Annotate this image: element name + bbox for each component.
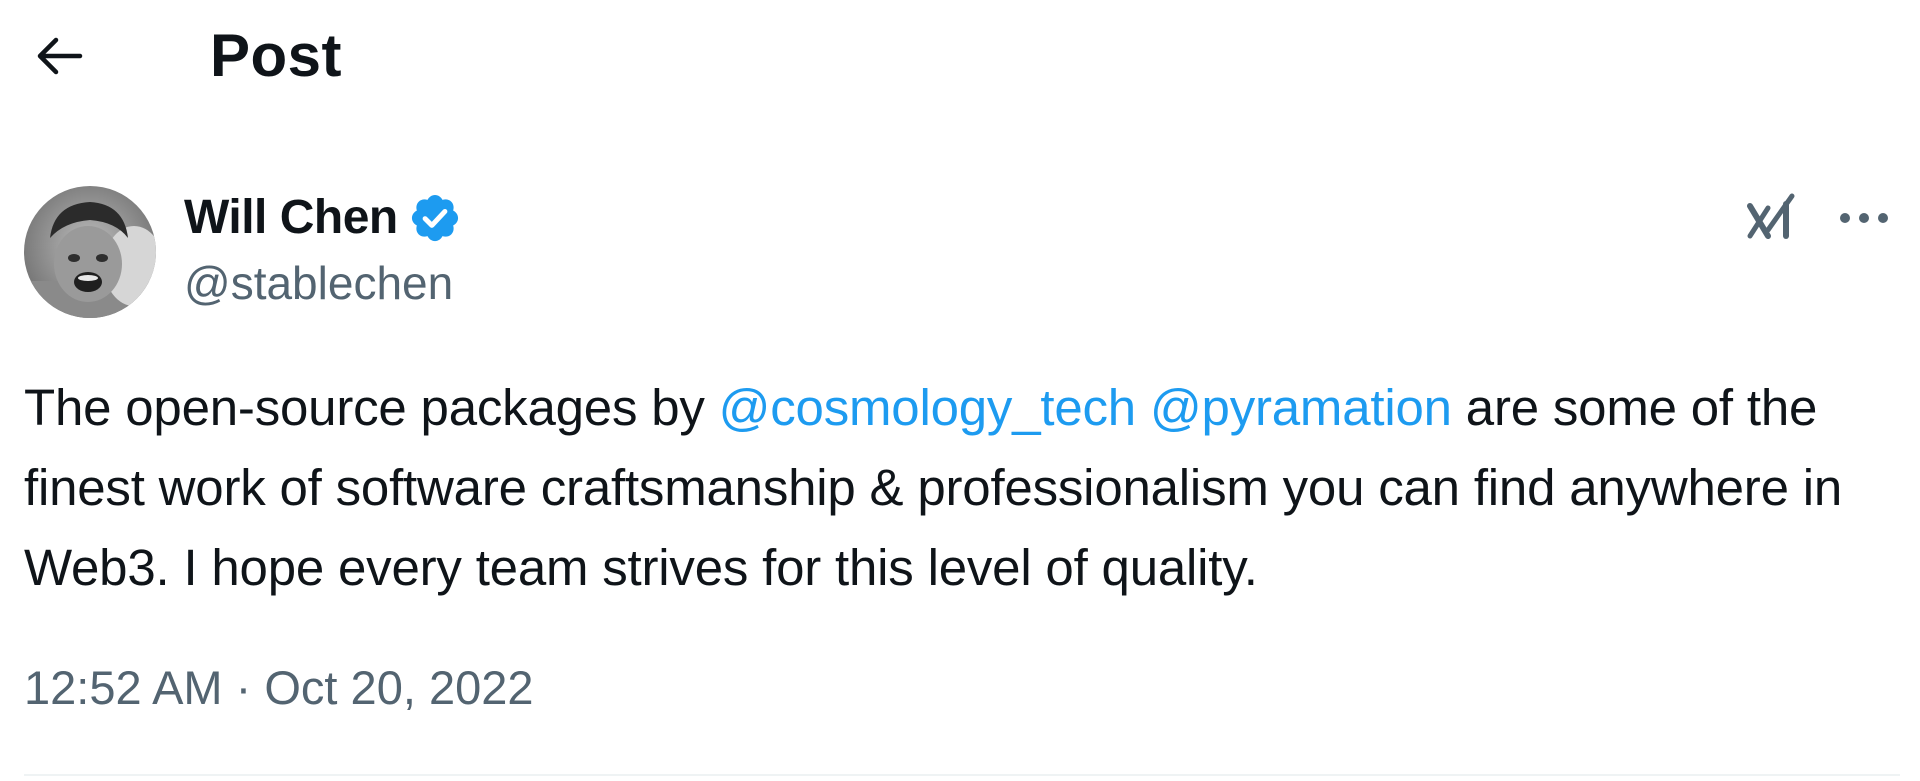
verified-badge-icon — [411, 194, 458, 242]
post-timestamp: 12:52 AM · Oct 20, 2022 — [24, 658, 534, 718]
post-time[interactable]: 12:52 AM — [24, 661, 223, 714]
avatar-image — [24, 186, 156, 318]
timestamp-separator: · — [222, 661, 265, 714]
post-detail-page: Post Will Chen @stablechen The open-sour… — [0, 0, 1920, 781]
author-handle[interactable]: @stablechen — [184, 254, 453, 312]
mention-link[interactable]: @cosmology_tech — [719, 379, 1137, 436]
author-name-text: Will Chen — [184, 191, 398, 244]
post-text-segment: The open-source packages by — [24, 379, 719, 436]
avatar[interactable] — [24, 186, 156, 318]
arrow-left-icon — [37, 37, 83, 75]
more-horizontal-icon — [1840, 213, 1888, 223]
author-name[interactable]: Will Chen — [184, 188, 462, 248]
grok-button[interactable] — [1742, 186, 1802, 246]
post-date[interactable]: Oct 20, 2022 — [264, 661, 533, 714]
grok-icon — [1747, 193, 1795, 239]
more-options-button[interactable] — [1834, 196, 1894, 240]
divider — [24, 774, 1900, 776]
back-button[interactable] — [24, 28, 94, 84]
post-text: The open-source packages by @cosmology_t… — [24, 368, 1904, 608]
post-text-segment — [1136, 379, 1150, 436]
mention-link[interactable]: @pyramation — [1150, 379, 1452, 436]
page-title: Post — [210, 22, 343, 89]
